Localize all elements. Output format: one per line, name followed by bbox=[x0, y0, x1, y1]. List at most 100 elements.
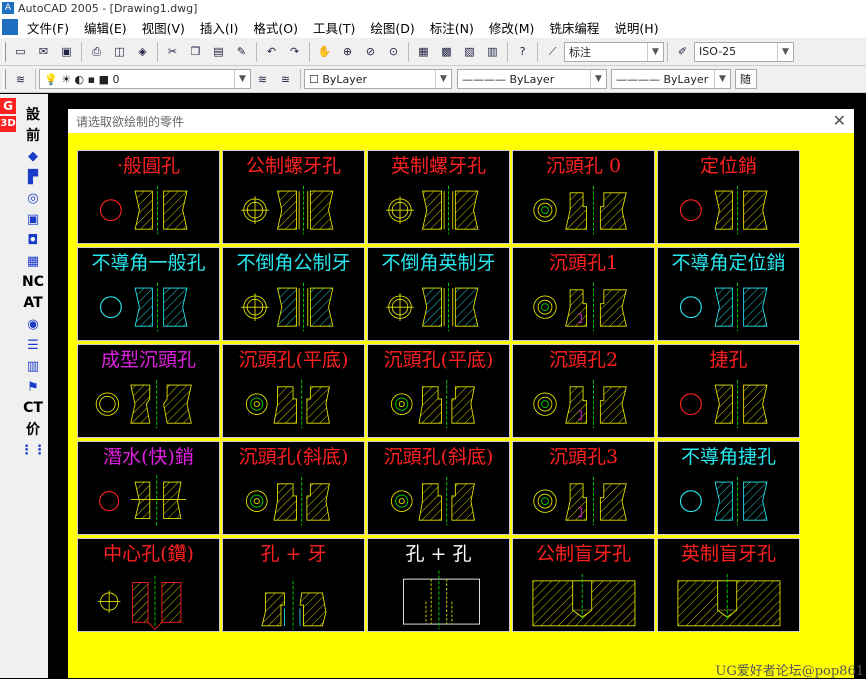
menu-dimension[interactable]: 标注(N) bbox=[423, 18, 482, 37]
grid-icon[interactable]: ▦ bbox=[23, 251, 43, 271]
cut-icon[interactable]: ✂ bbox=[163, 42, 182, 61]
part-option-label: 英制盲牙孔 bbox=[680, 543, 776, 565]
preview-icon[interactable]: ◫ bbox=[110, 42, 129, 61]
part-option[interactable]: 沉頭孔(平底) bbox=[222, 344, 365, 438]
chevron-down-icon[interactable]: ▼ bbox=[435, 70, 451, 88]
designcenter-icon[interactable]: ▩ bbox=[437, 42, 456, 61]
circle-icon[interactable]: ◉ bbox=[23, 314, 43, 334]
menu-edit[interactable]: 编辑(E) bbox=[77, 18, 135, 37]
part-option[interactable]: 公制盲牙孔 bbox=[512, 538, 655, 632]
menu-insert[interactable]: 插入(I) bbox=[193, 18, 246, 37]
toolpalette-icon[interactable]: ▧ bbox=[460, 42, 479, 61]
g-button[interactable]: G bbox=[0, 98, 16, 114]
part-option[interactable]: 沉頭孔(平底) bbox=[367, 344, 510, 438]
ruler-icon[interactable]: ⋮⋮ bbox=[20, 440, 46, 460]
calculator-icon[interactable]: ▥ bbox=[483, 42, 502, 61]
part-option[interactable]: 潛水(快)銷 bbox=[77, 441, 220, 535]
part-option[interactable]: 沉頭孔1 bbox=[512, 247, 655, 341]
paste-icon[interactable]: ▤ bbox=[209, 42, 228, 61]
part-option[interactable]: 不倒角英制牙 bbox=[367, 247, 510, 341]
layer-combo[interactable]: 💡 ☀ ◐ ▪ ■ 0 ▼ bbox=[39, 69, 251, 89]
nc-button[interactable]: NC bbox=[22, 272, 44, 292]
dimstyle-icon[interactable]: ⟋ bbox=[543, 42, 562, 61]
corner-icon[interactable]: ▛ bbox=[23, 167, 43, 187]
part-option[interactable]: 定位銷 bbox=[657, 150, 800, 244]
lineweight-combo[interactable]: ———— ByLayer ▼ bbox=[611, 69, 731, 89]
close-icon[interactable]: ✕ bbox=[833, 111, 846, 130]
plotstyle-combo[interactable]: 随 bbox=[735, 69, 757, 89]
menu-modify[interactable]: 修改(M) bbox=[482, 18, 543, 37]
part-option[interactable]: ·般圓孔 bbox=[77, 150, 220, 244]
list-icon[interactable]: ☰ bbox=[23, 335, 43, 355]
menu-milling[interactable]: 铣床编程 bbox=[542, 18, 607, 37]
properties-icon[interactable]: ▦ bbox=[414, 42, 433, 61]
part-option[interactable]: 成型沉頭孔 bbox=[77, 344, 220, 438]
part-option[interactable]: 沉頭孔 0 bbox=[512, 150, 655, 244]
menu-format[interactable]: 格式(O) bbox=[246, 18, 306, 37]
part-option[interactable]: 不導角捷孔 bbox=[657, 441, 800, 535]
part-option[interactable]: 孔 + 牙 bbox=[222, 538, 365, 632]
open-icon[interactable]: ✉ bbox=[34, 42, 53, 61]
ct-button[interactable]: CT bbox=[23, 398, 43, 418]
3d-button[interactable]: 3D bbox=[0, 116, 16, 132]
chevron-down-icon[interactable]: ▼ bbox=[647, 42, 663, 61]
chevron-down-icon[interactable]: ▼ bbox=[714, 70, 730, 88]
part-option[interactable]: 英制盲牙孔 bbox=[657, 538, 800, 632]
part-option[interactable]: 沉頭孔2 bbox=[512, 344, 655, 438]
setup-button[interactable]: 設 bbox=[23, 104, 43, 124]
part-option[interactable]: 沉頭孔(斜底) bbox=[222, 441, 365, 535]
chevron-down-icon[interactable]: ▼ bbox=[590, 70, 606, 88]
make-layer-current-icon[interactable]: ≋ bbox=[253, 70, 272, 89]
menu-view[interactable]: 视图(V) bbox=[135, 18, 193, 37]
document-icon[interactable] bbox=[2, 19, 18, 35]
pan-icon[interactable]: ✋ bbox=[315, 42, 334, 61]
layer-previous-icon[interactable]: ≊ bbox=[276, 70, 295, 89]
part-option-label: ·般圓孔 bbox=[116, 155, 181, 177]
new-icon[interactable]: ▭ bbox=[11, 42, 30, 61]
publish-icon[interactable]: ◈ bbox=[133, 42, 152, 61]
toolbar-grip[interactable] bbox=[3, 69, 6, 89]
price-button[interactable]: 价 bbox=[23, 419, 43, 439]
target-icon[interactable]: ◎ bbox=[23, 188, 43, 208]
flag-icon[interactable]: ⚑ bbox=[23, 377, 43, 397]
dimstyle-combo[interactable]: 标注 ▼ bbox=[564, 41, 664, 62]
part-option[interactable]: 中心孔(鑽) bbox=[77, 538, 220, 632]
textstyle-icon[interactable]: ✐ bbox=[673, 42, 692, 61]
part-option[interactable]: 公制螺牙孔 bbox=[222, 150, 365, 244]
copy-icon[interactable]: ❐ bbox=[186, 42, 205, 61]
color-combo[interactable]: ☐ ByLayer ▼ bbox=[304, 69, 452, 89]
dimstyle-value-combo[interactable]: ISO-25 ▼ bbox=[694, 41, 794, 62]
menu-help[interactable]: 说明(H) bbox=[607, 18, 666, 37]
menu-draw[interactable]: 绘图(D) bbox=[363, 18, 422, 37]
matchprop-icon[interactable]: ✎ bbox=[232, 42, 251, 61]
help-icon[interactable]: ? bbox=[513, 42, 532, 61]
part-option[interactable]: 孔 + 孔 bbox=[367, 538, 510, 632]
zoom-previous-icon[interactable]: ⊙ bbox=[384, 42, 403, 61]
part-option[interactable]: 不導角一般孔 bbox=[77, 247, 220, 341]
chevron-down-icon[interactable]: ▼ bbox=[234, 70, 250, 88]
part-option[interactable]: 不倒角公制牙 bbox=[222, 247, 365, 341]
bars-icon[interactable]: ▥ bbox=[23, 356, 43, 376]
layer-manager-icon[interactable]: ≋ bbox=[11, 70, 30, 89]
zoom-realtime-icon[interactable]: ⊕ bbox=[338, 42, 357, 61]
square-icon[interactable]: ▣ bbox=[23, 209, 43, 229]
marker-icon[interactable]: ◘ bbox=[23, 230, 43, 250]
part-option[interactable]: 沉頭孔3 bbox=[512, 441, 655, 535]
front-button[interactable]: 前 bbox=[23, 125, 43, 145]
save-icon[interactable]: ▣ bbox=[57, 42, 76, 61]
menu-tools[interactable]: 工具(T) bbox=[306, 18, 363, 37]
chevron-down-icon[interactable]: ▼ bbox=[777, 42, 793, 61]
menu-file[interactable]: 文件(F) bbox=[20, 18, 77, 37]
part-option[interactable]: 不導角定位銷 bbox=[657, 247, 800, 341]
part-option[interactable]: 英制螺牙孔 bbox=[367, 150, 510, 244]
part-option[interactable]: 捷孔 bbox=[657, 344, 800, 438]
part-option[interactable]: 沉頭孔(斜底) bbox=[367, 441, 510, 535]
linetype-combo[interactable]: ———— ByLayer ▼ bbox=[457, 69, 607, 89]
at-button[interactable]: AT bbox=[23, 293, 43, 313]
print-icon[interactable]: ⎙ bbox=[87, 42, 106, 61]
redo-icon[interactable]: ↷ bbox=[285, 42, 304, 61]
zoom-window-icon[interactable]: ⊘ bbox=[361, 42, 380, 61]
undo-icon[interactable]: ↶ bbox=[262, 42, 281, 61]
gear-icon[interactable]: ◆ bbox=[23, 146, 43, 166]
toolbar-grip[interactable] bbox=[3, 41, 6, 62]
